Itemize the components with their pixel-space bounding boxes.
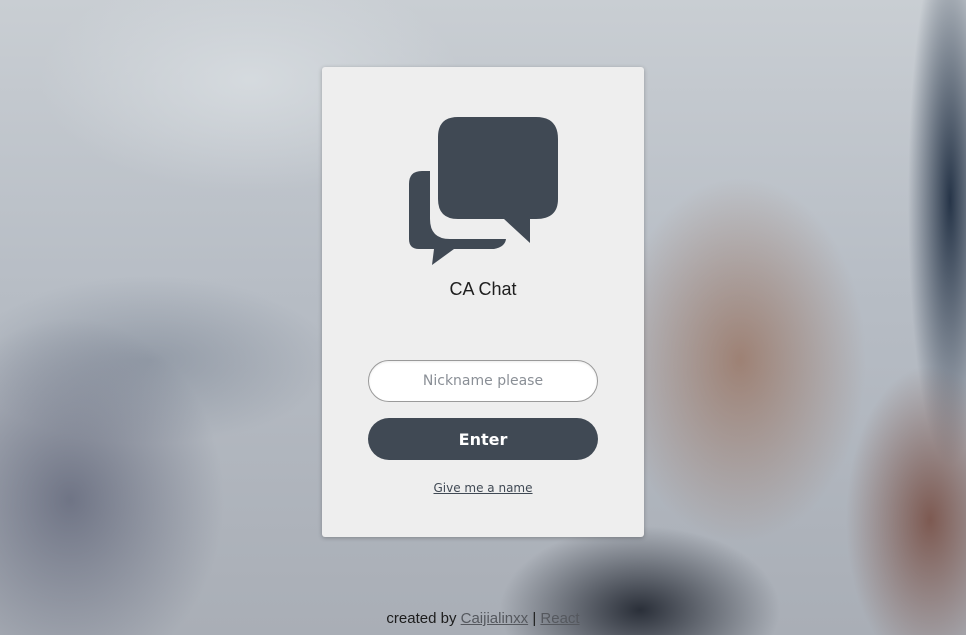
footer: created by Caijialinxx | React [0, 610, 966, 627]
footer-separator: | [532, 610, 537, 627]
give-me-a-name-link[interactable]: Give me a name [322, 481, 644, 495]
app-title: CA Chat [449, 279, 517, 299]
author-link[interactable]: Caijialinxx [461, 610, 529, 627]
login-card: CA Chat Enter Give me a name [322, 67, 644, 537]
react-link[interactable]: React [540, 610, 579, 627]
chat-bubbles-icon [409, 117, 558, 265]
enter-button[interactable]: Enter [368, 418, 598, 460]
nickname-input[interactable] [368, 360, 598, 402]
footer-created-by: created by [386, 610, 457, 627]
